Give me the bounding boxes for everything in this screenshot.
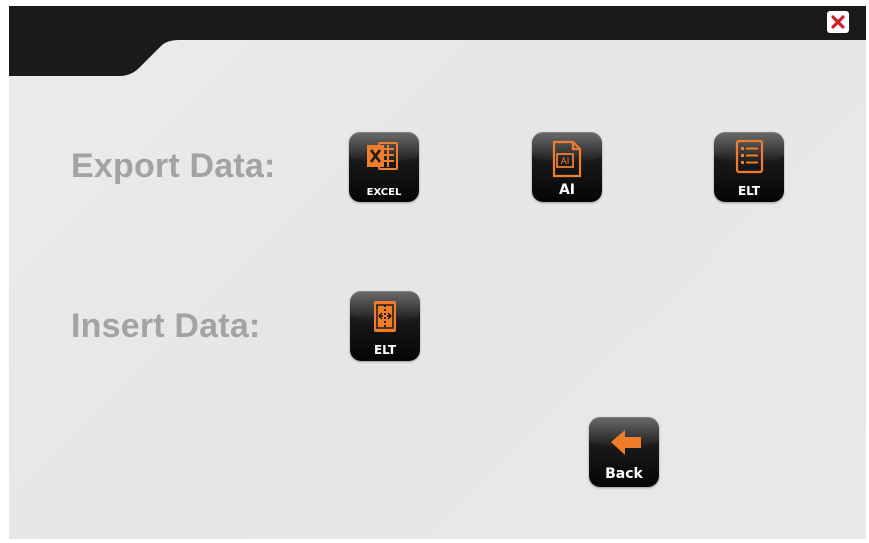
export-ai-button[interactable]: AI AI — [532, 132, 602, 202]
back-button[interactable]: Back — [589, 417, 659, 487]
header-bar — [9, 6, 866, 76]
svg-text:AI: AI — [561, 157, 570, 167]
back-caption: Back — [605, 466, 643, 482]
excel-caption: EXCEL — [366, 187, 402, 198]
ai-caption: AI — [558, 182, 576, 198]
close-icon — [831, 15, 845, 29]
app-window: Export Data: EXCEL AI AI ELT Insert Data… — [9, 6, 866, 539]
export-elt-button[interactable]: ELT — [714, 132, 784, 202]
export-data-label: Export Data: — [71, 147, 276, 185]
close-button[interactable] — [827, 11, 849, 33]
insert-data-label: Insert Data: — [71, 307, 261, 345]
elt-insert-caption: ELT — [373, 343, 397, 357]
export-excel-button[interactable]: EXCEL — [349, 132, 419, 202]
elt-export-caption: ELT — [737, 184, 761, 198]
insert-elt-button[interactable]: ELT — [350, 291, 420, 361]
